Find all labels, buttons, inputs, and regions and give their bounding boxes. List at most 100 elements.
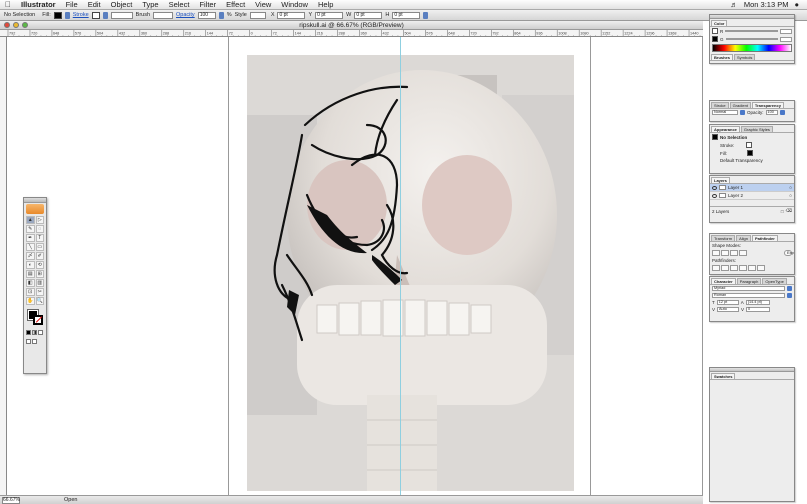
stroke-color-box[interactable] [33, 315, 43, 325]
style-field[interactable] [249, 11, 266, 19]
tool-button[interactable]: ✎ [26, 225, 35, 233]
fill-swatch[interactable] [53, 11, 62, 19]
transparency-opacity-field[interactable]: 100 [765, 110, 778, 115]
layer-target-icon[interactable]: ○ [789, 193, 792, 198]
tab-paragraph[interactable]: Paragraph [736, 278, 762, 284]
app-menu[interactable]: Illustrator [16, 0, 61, 9]
blend-mode-dropdown-icon[interactable] [740, 110, 745, 115]
tools-titlebar[interactable] [24, 198, 46, 203]
color-r-field[interactable] [780, 28, 792, 34]
brush-field[interactable] [153, 11, 174, 19]
color-r-slider[interactable] [725, 30, 778, 32]
tool-button[interactable]: ✂ [35, 288, 44, 296]
color-stroke-swatch[interactable] [712, 36, 718, 42]
vertical-ruler[interactable] [0, 37, 7, 495]
x-field[interactable]: 0 pt [277, 11, 306, 19]
menu-edit[interactable]: Edit [83, 0, 106, 9]
tool-button[interactable]: ▤ [26, 270, 35, 278]
tool-button[interactable]: ╲ [26, 243, 35, 251]
intersect-shape-icon[interactable] [730, 250, 738, 256]
font-style-field[interactable]: Roman [712, 293, 785, 298]
color-spectrum-bar[interactable] [712, 44, 792, 52]
gradient-mode-icon[interactable] [32, 330, 37, 335]
tab-character[interactable]: Character [711, 278, 736, 284]
opacity-field[interactable]: 100 [197, 11, 216, 19]
new-layer-icon[interactable]: □ [781, 209, 784, 214]
stroke-weight-field[interactable] [110, 11, 133, 19]
menu-view[interactable]: View [250, 0, 276, 9]
font-style-dropdown-icon[interactable] [787, 293, 792, 298]
menu-filter[interactable]: Filter [194, 0, 221, 9]
layer-target-icon[interactable]: ○ [789, 185, 792, 190]
h-field[interactable]: 0 pt [392, 11, 421, 19]
screen-mode-full-icon[interactable] [32, 339, 37, 344]
tool-button[interactable]: ✐ [35, 252, 44, 260]
tab-brushes[interactable]: Brushes [711, 54, 734, 60]
tab-stroke[interactable]: Stroke [711, 102, 729, 108]
add-shape-icon[interactable] [712, 250, 720, 256]
subtract-shape-icon[interactable] [721, 250, 729, 256]
tracking-field[interactable]: 0 [746, 307, 771, 312]
placed-photo-artboard[interactable] [247, 55, 574, 491]
apple-menu-icon[interactable]:  [0, 0, 16, 9]
stroke-dropdown-icon[interactable] [102, 11, 108, 19]
menu-window[interactable]: Window [276, 0, 313, 9]
document-titlebar[interactable]: ripskull.ai @ 66.67% (RGB/Preview) [0, 21, 703, 30]
tool-button[interactable]: ✋ [26, 297, 35, 305]
delete-layer-icon[interactable]: ⌫ [786, 208, 792, 214]
tab-symbols[interactable]: Symbols [734, 54, 756, 60]
color-mode-icon[interactable] [26, 330, 31, 335]
outline-icon[interactable] [748, 265, 756, 271]
menu-file[interactable]: File [61, 0, 83, 9]
screen-mode-normal-icon[interactable] [26, 339, 31, 344]
tab-appearance[interactable]: Appearance [711, 126, 740, 132]
artwork-canvas[interactable] [7, 37, 702, 495]
crop-icon[interactable] [739, 265, 747, 271]
tool-button[interactable]: ◌ [35, 225, 44, 233]
blend-mode-select[interactable]: Normal [712, 110, 738, 115]
tool-button[interactable]: ⟲ [35, 261, 44, 269]
opacity-dropdown-icon[interactable] [218, 11, 224, 19]
tool-button[interactable]: ▭ [35, 243, 44, 251]
tab-color[interactable]: Color [711, 20, 728, 26]
tab-transform[interactable]: Transform [711, 235, 736, 241]
tool-button[interactable]: ▷ [35, 216, 44, 224]
vertical-guide[interactable] [400, 37, 401, 495]
appearance-transparency-row[interactable]: Default Transparency [710, 157, 794, 164]
tool-button[interactable]: ▥ [35, 279, 44, 287]
menubar-clock[interactable]: Mon 3:13 PM [744, 0, 789, 9]
w-field[interactable]: 0 pt [354, 11, 383, 19]
stroke-swatch[interactable] [91, 11, 100, 19]
horizontal-ruler[interactable]: 792 720 648 576 504 432 360 288 216 144 72 0 72 144 21… [0, 30, 703, 37]
exclude-shape-icon[interactable] [739, 250, 747, 256]
leading-field[interactable]: (14.4 pt) [745, 300, 770, 305]
y-field[interactable]: 0 pt [315, 11, 344, 19]
tab-opentype[interactable]: OpenType [762, 278, 787, 284]
tab-swatches[interactable]: Swatches [711, 373, 736, 379]
appearance-fill-row[interactable]: Fill: [710, 149, 794, 157]
tab-layers[interactable]: Layers [711, 177, 730, 183]
expand-button[interactable]: Expand [784, 250, 794, 256]
menu-select[interactable]: Select [164, 0, 195, 9]
tab-align[interactable]: Align [736, 235, 751, 241]
control-menu-icon[interactable] [423, 11, 429, 19]
layer-row[interactable]: Layer 1 ○ [710, 184, 794, 192]
tool-button[interactable]: T [35, 234, 44, 242]
transparency-opacity-dropdown-icon[interactable] [779, 110, 785, 115]
color-g-slider[interactable] [725, 38, 778, 40]
tool-button[interactable]: ◐ [26, 261, 35, 269]
menu-effect[interactable]: Effect [221, 0, 250, 9]
tab-pathfinder[interactable]: Pathfinder [751, 235, 778, 241]
layer-row[interactable]: Layer 2 ○ [710, 192, 794, 200]
color-fill-swatch[interactable] [712, 28, 718, 34]
divide-icon[interactable] [712, 265, 720, 271]
trim-icon[interactable] [721, 265, 729, 271]
appearance-stroke-row[interactable]: Stroke: [710, 141, 794, 149]
menu-help[interactable]: Help [313, 0, 338, 9]
spotlight-icon[interactable]: ● [794, 0, 799, 9]
menu-type[interactable]: Type [137, 0, 163, 9]
status-text[interactable]: Open [24, 497, 84, 503]
tool-button[interactable]: 🔍 [35, 297, 44, 305]
font-family-dropdown-icon[interactable] [787, 286, 792, 291]
layer-visibility-icon[interactable] [712, 193, 717, 198]
